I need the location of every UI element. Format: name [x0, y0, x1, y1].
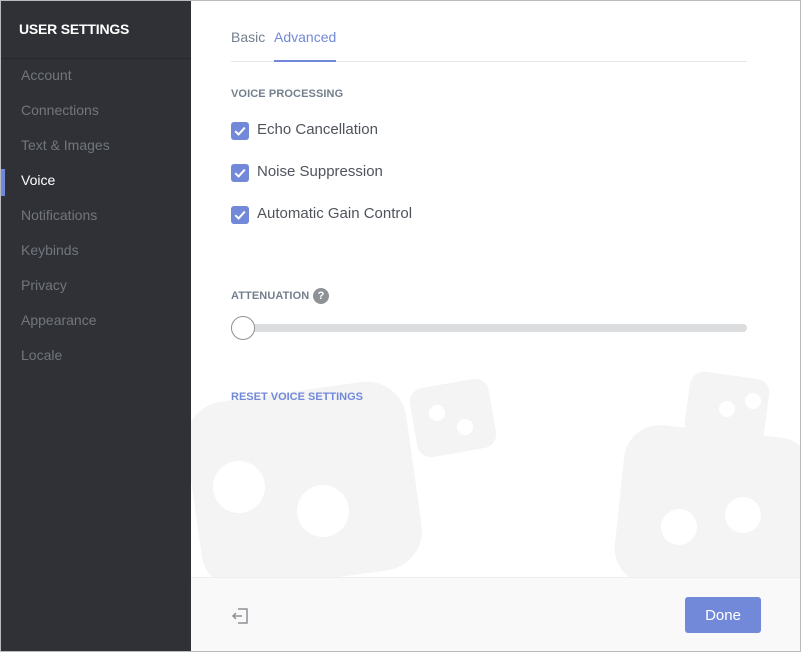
sidebar-item-appearance[interactable]: Appearance — [1, 303, 191, 338]
sidebar-item-locale[interactable]: Locale — [1, 338, 191, 373]
echo-cancellation-label: Echo Cancellation — [257, 121, 378, 138]
echo-cancellation-checkbox[interactable] — [231, 122, 249, 140]
settings-window: USER SETTINGS Account Connections Text &… — [0, 0, 801, 652]
tab-basic[interactable]: Basic — [231, 29, 265, 60]
done-button[interactable]: Done — [685, 597, 761, 633]
automatic-gain-control-label: Automatic Gain Control — [257, 205, 413, 222]
noise-suppression-label: Noise Suppression — [257, 163, 383, 180]
sidebar-item-text-images[interactable]: Text & Images — [1, 128, 191, 163]
attenuation-heading: ATTENUATION — [231, 290, 310, 302]
sidebar-nav: Account Connections Text & Images Voice … — [1, 58, 191, 373]
checkmark-icon — [234, 168, 246, 178]
echo-cancellation-option[interactable]: Echo Cancellation — [231, 121, 431, 141]
sidebar-item-account[interactable]: Account — [1, 58, 191, 93]
automatic-gain-control-option[interactable]: Automatic Gain Control — [231, 205, 461, 225]
logout-icon[interactable] — [231, 606, 251, 626]
noise-suppression-option[interactable]: Noise Suppression — [231, 163, 431, 183]
tab-advanced[interactable]: Advanced — [274, 29, 337, 62]
sidebar-item-voice[interactable]: Voice — [1, 163, 191, 198]
sidebar: USER SETTINGS Account Connections Text &… — [1, 1, 191, 651]
checkmark-icon — [234, 210, 246, 220]
attenuation-slider[interactable] — [231, 324, 747, 332]
tab-bar: Basic Advanced — [231, 29, 747, 62]
sidebar-item-connections[interactable]: Connections — [1, 93, 191, 128]
footer: Done — [191, 577, 800, 651]
automatic-gain-control-checkbox[interactable] — [231, 206, 249, 224]
attenuation-slider-handle[interactable] — [231, 316, 255, 340]
sidebar-item-keybinds[interactable]: Keybinds — [1, 233, 191, 268]
sidebar-item-notifications[interactable]: Notifications — [1, 198, 191, 233]
help-icon[interactable]: ? — [313, 288, 329, 304]
checkmark-icon — [234, 126, 246, 136]
reset-voice-settings-link[interactable]: RESET VOICE SETTINGS — [231, 391, 363, 403]
voice-settings-panel: Basic Advanced VOICE PROCESSING Echo Can… — [191, 1, 800, 651]
noise-suppression-checkbox[interactable] — [231, 164, 249, 182]
sidebar-item-privacy[interactable]: Privacy — [1, 268, 191, 303]
sidebar-title: USER SETTINGS — [19, 21, 130, 37]
voice-processing-heading: VOICE PROCESSING — [231, 88, 344, 100]
